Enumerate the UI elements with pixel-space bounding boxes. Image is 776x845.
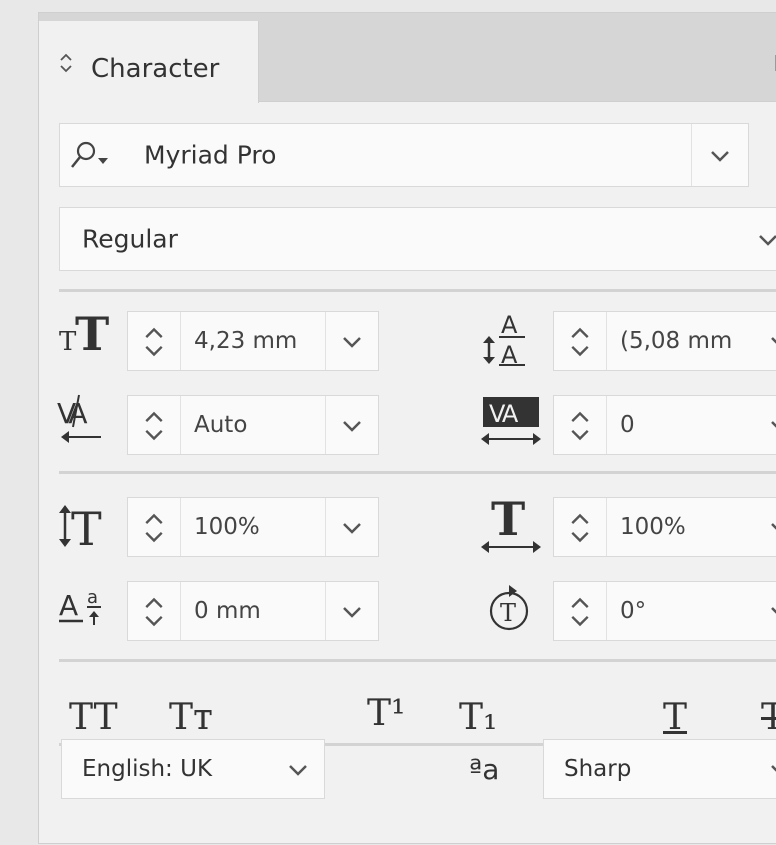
vertical-scale-icon: T [59,502,102,556]
subscript-button[interactable]: T₁ [459,697,497,738]
chevron-down-icon[interactable] [754,230,776,250]
search-icon[interactable] [68,140,114,172]
chevron-down-icon [338,416,366,436]
tab-strip: Character [39,13,776,103]
svg-text:T: T [491,493,525,546]
strikethrough-button[interactable]: T [761,697,776,738]
svg-text:VA: VA [489,400,519,428]
chevron-down-icon[interactable] [766,518,776,538]
font-style-field[interactable]: Regular [59,207,776,271]
svg-text:T: T [71,502,102,556]
language-dropdown[interactable]: English: UK [61,739,325,799]
leading-spinner[interactable]: (5,08 mm [553,311,776,371]
svg-text:A: A [501,311,518,339]
horizontal-scale-value[interactable]: 100% [620,514,686,540]
font-size-spinner[interactable]: 4,23 mm [127,311,379,371]
font-style-value[interactable]: Regular [82,225,178,254]
kerning-dropdown[interactable] [325,396,378,454]
chevron-down-icon [338,602,366,622]
baseline-shift-icon: A a [59,587,101,625]
leading-value[interactable]: (5,08 mm [620,328,732,354]
font-size-icon: T T [59,307,110,361]
vertical-scale-spinner[interactable]: 100% [127,497,379,557]
horizontal-scale-icon: T [481,493,541,553]
chevron-down-icon [338,518,366,538]
tab-character[interactable]: Character [39,21,259,103]
kerning-spinner[interactable]: Auto [127,395,379,455]
kerning-value[interactable]: Auto [194,412,247,438]
stepper-arrows-icon[interactable] [554,498,607,556]
leading-icon: A A [483,311,525,369]
svg-text:T: T [500,599,516,627]
chevron-down-icon[interactable] [284,760,312,780]
tracking-icon: VA [481,397,541,445]
all-caps-button[interactable]: TT [69,697,118,738]
baseline-shift-value[interactable]: 0 mm [194,598,261,624]
rotation-spinner[interactable]: 0° [553,581,776,641]
rotation-icon: T [489,585,529,631]
divider [59,471,776,474]
baseline-shift-dropdown[interactable] [325,582,378,640]
svg-text:A: A [59,589,78,622]
small-caps-button[interactable]: Tт [169,697,213,738]
chevron-down-icon [338,332,366,352]
stepper-arrows-icon[interactable] [128,396,181,454]
superscript-button[interactable]: T¹ [367,693,405,734]
stepper-arrows-icon[interactable] [554,312,607,370]
anti-aliasing-value[interactable]: Sharp [564,756,631,782]
tab-label: Character [91,54,220,84]
chevron-down-icon[interactable] [766,416,776,436]
font-family-field[interactable]: Myriad Pro [59,123,749,187]
baseline-shift-spinner[interactable]: 0 mm [127,581,379,641]
anti-aliasing-dropdown[interactable]: Sharp [543,739,776,799]
font-family-value[interactable]: Myriad Pro [144,141,276,170]
svg-text:VA: VA [57,397,87,430]
vertical-scale-value[interactable]: 100% [194,514,260,540]
chevron-down-icon[interactable] [766,760,776,780]
chevron-down-icon [706,146,734,166]
stepper-arrows-icon[interactable] [554,396,607,454]
underline-button[interactable]: T [663,697,687,738]
stepper-arrows-icon[interactable] [128,582,181,640]
stepper-arrows-icon[interactable] [128,498,181,556]
font-size-dropdown[interactable] [325,312,378,370]
horizontal-scale-spinner[interactable]: 100% [553,497,776,557]
chevron-down-icon[interactable] [766,602,776,622]
stepper-arrows-icon[interactable] [128,312,181,370]
chevron-down-icon[interactable] [766,332,776,352]
kerning-icon: VA [57,394,101,443]
anti-aliasing-icon: ªa [469,753,500,786]
divider [59,659,776,662]
collapse-arrows-icon[interactable] [59,51,73,75]
font-size-value[interactable]: 4,23 mm [194,328,297,354]
font-family-dropdown[interactable] [691,124,748,186]
language-value[interactable]: English: UK [82,756,212,782]
divider [59,289,776,292]
tracking-spinner[interactable]: 0 [553,395,776,455]
tracking-value[interactable]: 0 [620,412,635,438]
vertical-scale-dropdown[interactable] [325,498,378,556]
character-panel: Character Myriad Pro Regular T T 4,23 mm… [38,12,776,844]
svg-text:a: a [87,587,98,608]
stepper-arrows-icon[interactable] [554,582,607,640]
rotation-value[interactable]: 0° [620,598,646,624]
